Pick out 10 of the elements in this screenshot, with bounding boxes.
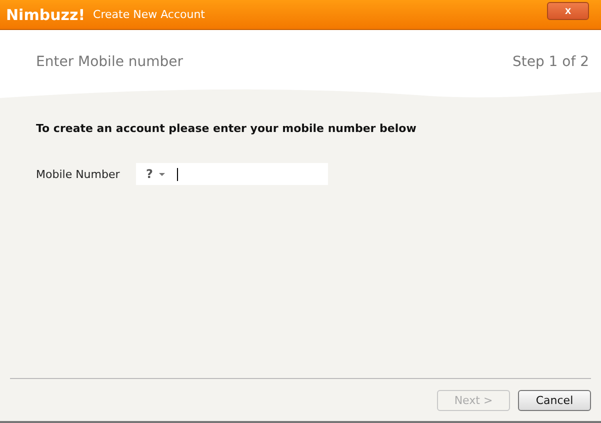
instruction-text: To create an account please enter your mobile number below	[36, 122, 418, 135]
window-title: Create New Account	[93, 8, 205, 21]
cancel-button[interactable]: Cancel	[518, 390, 591, 411]
app-logo: Nimbuzz!	[6, 6, 86, 24]
step-indicator: Step 1 of 2	[512, 54, 589, 70]
page-heading: Enter Mobile number	[36, 54, 184, 70]
caret-icon	[158, 172, 165, 176]
field-label: Mobile Number	[36, 168, 121, 180]
mobile-number-field[interactable]: ?	[136, 163, 328, 185]
country-code-dropdown[interactable]: ?	[136, 167, 173, 181]
